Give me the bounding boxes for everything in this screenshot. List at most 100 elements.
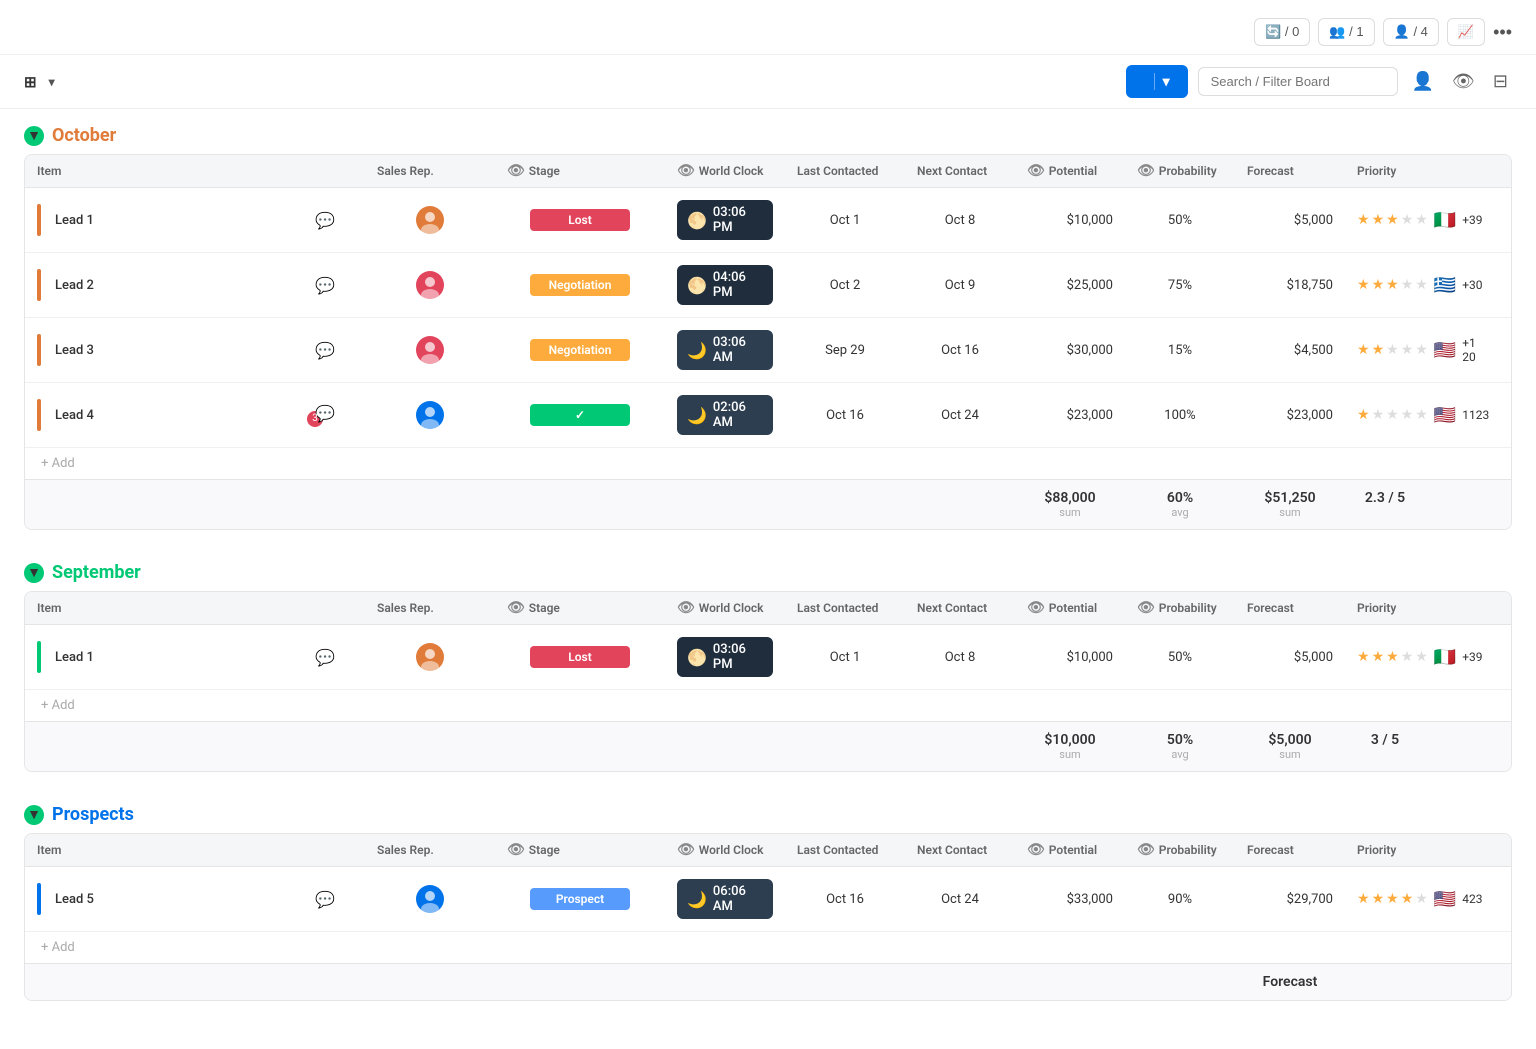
new-item-button[interactable]: ▾: [1126, 65, 1188, 98]
search-input[interactable]: [1198, 67, 1398, 96]
star-rating[interactable]: ★★★★★: [1357, 277, 1428, 293]
stage-badge[interactable]: ✓: [530, 404, 630, 426]
table-row: Lead 1 💬 Lost 🌕 03:06 PM Oct 1Oct 8$10,0…: [25, 188, 1511, 253]
summary-forecast: $51,250sum: [1235, 484, 1345, 525]
comment-icon[interactable]: 💬: [315, 890, 335, 909]
group-bar: [37, 399, 41, 431]
probability-cell: 90%: [1125, 884, 1235, 915]
forecast-cell: $4,500: [1235, 335, 1345, 366]
avatar-cell: [365, 198, 495, 242]
potential-cell: $10,000: [1015, 642, 1125, 673]
activity-btn[interactable]: 🔄 / 0: [1254, 18, 1310, 46]
last-contacted-date: Oct 16: [826, 892, 864, 907]
probability-value: 50%: [1168, 650, 1192, 665]
lead-name-cell: Lead 2: [25, 261, 285, 309]
filter-icon[interactable]: ⊟: [1489, 67, 1512, 96]
eye-icon: 👁: [1027, 600, 1045, 616]
summary-empty-6: [905, 484, 1015, 525]
col-header-4: 👁World Clock: [665, 592, 785, 624]
stage-badge[interactable]: Lost: [530, 646, 630, 668]
stage-cell[interactable]: Negotiation: [495, 331, 665, 369]
comment-icon[interactable]: 💬: [315, 211, 335, 230]
col-header-0: Item: [25, 155, 285, 187]
potential-cell: $23,000: [1015, 400, 1125, 431]
table-september: ItemSales Rep.👁Stage👁World ClockLast Con…: [24, 591, 1512, 772]
stage-badge[interactable]: Prospect: [530, 888, 630, 910]
stage-cell[interactable]: Lost: [495, 201, 665, 239]
add-row-button[interactable]: + Add: [25, 448, 1511, 479]
last-contacted-date: Oct 2: [830, 278, 861, 293]
team-btn[interactable]: 👥 / 1: [1318, 18, 1374, 46]
stage-badge[interactable]: Negotiation: [530, 339, 630, 361]
next-contact-date: Oct 24: [941, 892, 979, 907]
comment-icon[interactable]: 💬3: [315, 404, 335, 427]
add-row-button[interactable]: + Add: [25, 932, 1511, 963]
stage-cell[interactable]: Prospect: [495, 880, 665, 918]
avatar: [416, 336, 444, 364]
comment-icon[interactable]: 💬: [315, 648, 335, 667]
clock-emoji: 🌙: [687, 341, 707, 360]
eye-icon: 👁: [1027, 163, 1045, 179]
clock-cell: 🌕 04:06 PM: [665, 253, 785, 317]
avatar: [416, 271, 444, 299]
stage-cell[interactable]: Negotiation: [495, 266, 665, 304]
star-rating[interactable]: ★★★★★: [1357, 212, 1428, 228]
users-btn[interactable]: 👤 / 4: [1383, 18, 1439, 46]
comment-cell[interactable]: 💬: [285, 203, 365, 238]
star-rating[interactable]: ★★★★★: [1357, 407, 1428, 423]
clock-emoji: 🌕: [687, 276, 707, 295]
stage-cell[interactable]: Lost: [495, 638, 665, 676]
comment-icon[interactable]: 💬: [315, 341, 335, 360]
stage-cell[interactable]: ✓: [495, 396, 665, 434]
stage-badge[interactable]: Lost: [530, 209, 630, 231]
summary-empty-0: [25, 484, 285, 525]
new-item-dropdown-arrow[interactable]: ▾: [1154, 73, 1170, 90]
col-header-0: Item: [25, 592, 285, 624]
phone-number: 423: [1462, 892, 1482, 906]
lead-name: Lead 2: [55, 278, 94, 293]
group-collapse-btn[interactable]: ▼: [24, 563, 44, 583]
priority-cell: ★★★★★ 🇺🇸 423: [1345, 881, 1425, 918]
group-header-october: ▼ October: [24, 125, 1512, 146]
star-rating[interactable]: ★★★★★: [1357, 342, 1428, 358]
next-contact-date: Oct 8: [945, 213, 976, 228]
group-collapse-btn[interactable]: ▼: [24, 126, 44, 146]
summary-empty-1: [285, 484, 365, 525]
summary-empty-6: [905, 968, 1015, 996]
eye-icon: 👁: [507, 600, 525, 616]
clock-time: 02:06 AM: [713, 400, 763, 430]
col-header-9: Forecast: [1235, 155, 1345, 187]
star-rating[interactable]: ★★★★★: [1357, 891, 1428, 907]
stage-badge[interactable]: Negotiation: [530, 274, 630, 296]
next-contact-cell: Oct 8: [905, 642, 1015, 673]
user-filter-icon[interactable]: 👤: [1408, 67, 1438, 96]
potential-value: $25,000: [1067, 278, 1113, 293]
add-row-button[interactable]: + Add: [25, 690, 1511, 721]
comment-badge: 3: [307, 411, 323, 427]
main-table-selector[interactable]: ⊞ ▾: [24, 73, 55, 91]
col-header-5: Last Contacted: [785, 592, 905, 624]
summary-empty-3: [495, 726, 665, 767]
eye-icon: 👁: [677, 163, 695, 179]
group-bar: [37, 641, 41, 673]
clock-time: 06:06 AM: [713, 884, 763, 914]
star-rating[interactable]: ★★★★★: [1357, 649, 1428, 665]
comment-cell[interactable]: 💬3: [285, 396, 365, 435]
phone-number: 1123: [1462, 408, 1489, 422]
more-btn[interactable]: •••: [1493, 22, 1512, 43]
toolbar-left: ⊞ ▾: [24, 73, 55, 91]
comment-cell[interactable]: 💬: [285, 333, 365, 368]
eye-filter-icon[interactable]: 👁: [1448, 67, 1479, 96]
activity-log-btn[interactable]: 📈: [1447, 18, 1485, 46]
comment-cell[interactable]: 💬: [285, 640, 365, 675]
potential-value: $10,000: [1067, 650, 1113, 665]
comment-icon[interactable]: 💬: [315, 276, 335, 295]
comment-cell[interactable]: 💬: [285, 268, 365, 303]
comment-cell[interactable]: 💬: [285, 882, 365, 917]
group-collapse-btn[interactable]: ▼: [24, 805, 44, 825]
col-header-7: 👁Potential: [1015, 592, 1125, 624]
clock-emoji: 🌕: [687, 211, 707, 230]
col-header-1: [285, 834, 365, 866]
forecast-cell: $5,000: [1235, 205, 1345, 236]
col-header-6: Next Contact: [905, 155, 1015, 187]
